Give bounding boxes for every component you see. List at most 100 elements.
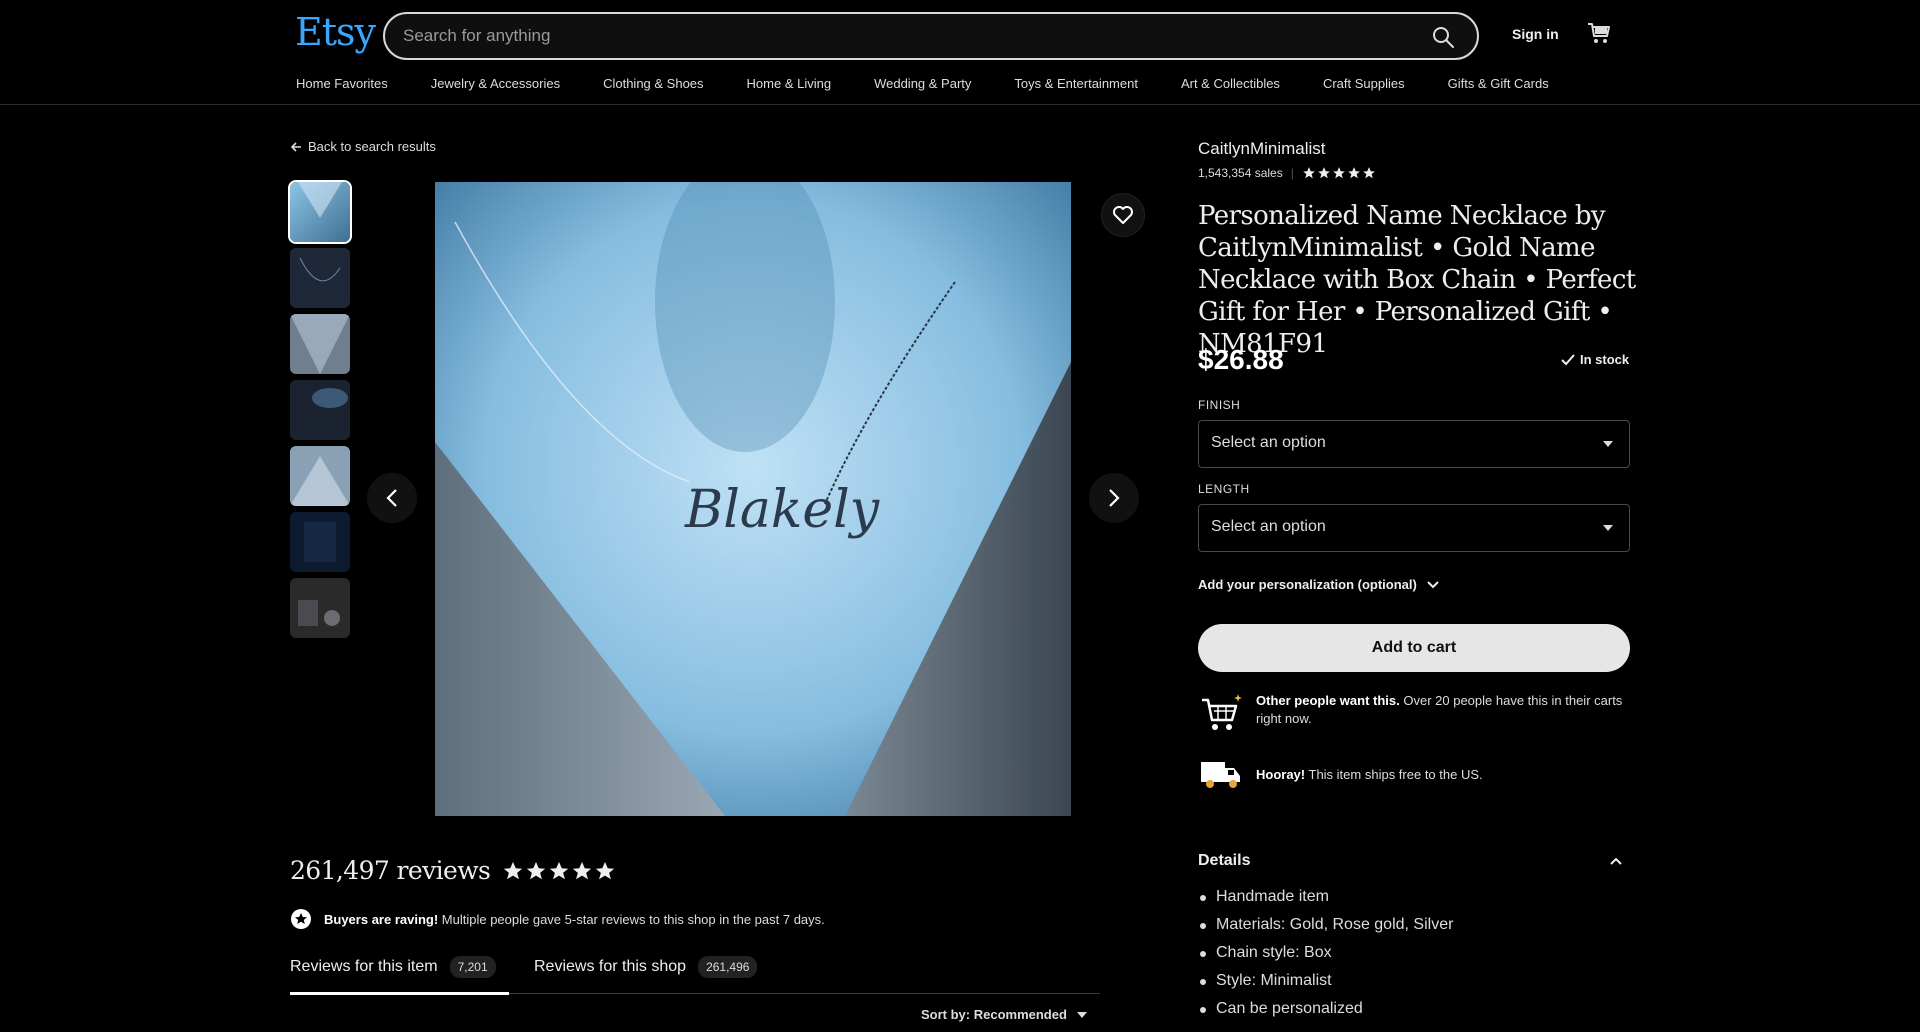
add-to-cart-button[interactable]: Add to cart [1198,624,1630,672]
reviews-rating-stars [502,860,616,882]
reviews-heading: 261,497 reviews [290,856,616,885]
star-icon [1303,167,1315,179]
caret-down-icon [1603,525,1613,531]
details-heading[interactable]: Details [1198,852,1250,870]
favorite-button[interactable] [1101,193,1145,237]
star-badge-icon [291,909,311,929]
demand-notice: Other people want this. Over 20 people h… [1198,692,1630,734]
thumbnail-5[interactable] [290,446,350,506]
finish-label: FINISH [1198,398,1241,412]
caret-down-icon [1076,1011,1087,1018]
category-toys[interactable]: Toys & Entertainment [1014,76,1138,91]
previous-image-button[interactable] [367,473,417,523]
back-to-search-link[interactable]: Back to search results [290,139,436,154]
star-icon [1348,167,1360,179]
chevron-down-icon [1427,580,1439,588]
cart-sparkle-icon [1202,694,1242,730]
tab-reviews-shop[interactable]: Reviews for this shop 261,496 [534,956,758,978]
category-clothing[interactable]: Clothing & Shoes [603,76,703,91]
thumbnail-6[interactable] [290,512,350,572]
next-image-button[interactable] [1089,473,1139,523]
category-home-living[interactable]: Home & Living [747,76,832,91]
details-item: Can be personalized [1198,1000,1453,1028]
sign-in-link[interactable]: Sign in [1512,26,1559,42]
thumbnail-1[interactable] [288,180,352,244]
sales-count: 1,543,354 sales [1198,166,1283,180]
category-art[interactable]: Art & Collectibles [1181,76,1280,91]
thumbnail-4[interactable] [290,380,350,440]
finish-select-value: Select an option [1211,434,1326,451]
search-input[interactable] [403,24,1403,48]
necklace-name-text: Blakely [684,480,880,540]
reviews-tabs: Reviews for this item 7,201 Reviews for … [290,954,1100,995]
category-nav: Home Favorites Jewelry & Accessories Clo… [296,76,1592,91]
stock-label: In stock [1580,352,1630,367]
length-label: LENGTH [1198,482,1250,496]
personalization-toggle[interactable]: Add your personalization (optional) [1198,577,1439,592]
details-item: Chain style: Box [1198,944,1453,972]
category-gifts[interactable]: Gifts & Gift Cards [1448,76,1549,91]
active-tab-underline [290,992,509,995]
thumbnail-list [288,180,352,638]
cart-icon[interactable] [1586,20,1612,46]
etsy-logo[interactable]: Etsy [295,10,376,54]
chevron-left-icon [386,489,397,507]
category-jewelry[interactable]: Jewelry & Accessories [431,76,560,91]
star-icon [1363,167,1375,179]
shop-name-link[interactable]: CaitlynMinimalist [1198,139,1326,159]
finish-select[interactable]: Select an option [1198,420,1630,468]
listing-title: Personalized Name Necklace by CaitlynMin… [1198,201,1636,359]
details-list: Handmade item Materials: Gold, Rose gold… [1198,888,1453,1028]
sort-label: Sort by: Recommended [921,1007,1067,1022]
shipping-notice: Hooray! This item ships free to the US. [1198,754,1630,796]
tab-reviews-item[interactable]: Reviews for this item 7,201 [290,956,496,978]
shipping-detail: This item ships free to the US. [1305,767,1483,782]
raving-bold: Buyers are raving! [324,911,439,927]
star-icon [504,861,523,879]
search-bar[interactable] [383,12,1479,60]
star-icon [1333,167,1345,179]
star-icon [550,861,569,879]
tab-reviews-item-label: Reviews for this item [290,958,438,975]
checkmark-icon [1561,353,1575,365]
category-home-favorites[interactable]: Home Favorites [296,76,388,91]
thumbnail-2[interactable] [290,248,350,308]
raving-detail: Multiple people gave 5-star reviews to t… [438,911,825,927]
star-icon [527,861,546,879]
star-icon [573,861,592,879]
shipping-bold: Hooray! [1256,767,1306,782]
tab-reviews-shop-label: Reviews for this shop [534,958,687,975]
chevron-up-icon[interactable] [1610,857,1622,865]
shop-rating-stars [1302,166,1376,180]
thumbnail-3[interactable] [290,314,350,374]
shipping-text: Hooray! This item ships free to the US. [1256,766,1483,784]
delivery-truck-icon [1201,762,1240,788]
demand-bold: Other people want this. [1256,693,1400,708]
shop-sales: 1,543,354 sales | [1198,166,1376,180]
tab-reviews-shop-count: 261,496 [698,956,758,978]
top-header: Etsy Sign in Home Favorites Jewelry & Ac… [0,0,1920,105]
demand-text: Other people want this. Over 20 people h… [1256,692,1630,734]
length-select[interactable]: Select an option [1198,504,1630,552]
chevron-right-icon [1109,489,1120,507]
sort-dropdown[interactable]: Sort by: Recommended [921,1007,1087,1022]
details-item: Handmade item [1198,888,1453,916]
category-wedding[interactable]: Wedding & Party [874,76,971,91]
raving-text: Buyers are raving! Multiple people gave … [324,912,825,927]
category-craft[interactable]: Craft Supplies [1323,76,1405,91]
personalization-label: Add your personalization (optional) [1198,577,1417,592]
stock-status: In stock [1560,352,1629,367]
product-image[interactable]: Blakely [435,182,1071,816]
details-item: Style: Minimalist [1198,972,1453,1000]
star-icon [596,861,615,879]
back-label: Back to search results [308,139,436,154]
tab-reviews-item-count: 7,201 [449,956,496,978]
heart-icon [1113,206,1133,224]
price: $26.88 [1198,344,1284,375]
buyers-raving-notice: Buyers are raving! Multiple people gave … [290,908,825,930]
thumbnail-7[interactable] [290,578,350,638]
reviews-count: 261,497 reviews [290,856,491,885]
details-item: Materials: Gold, Rose gold, Silver [1198,916,1453,944]
caret-down-icon [1603,441,1613,447]
search-icon[interactable] [1431,25,1455,49]
